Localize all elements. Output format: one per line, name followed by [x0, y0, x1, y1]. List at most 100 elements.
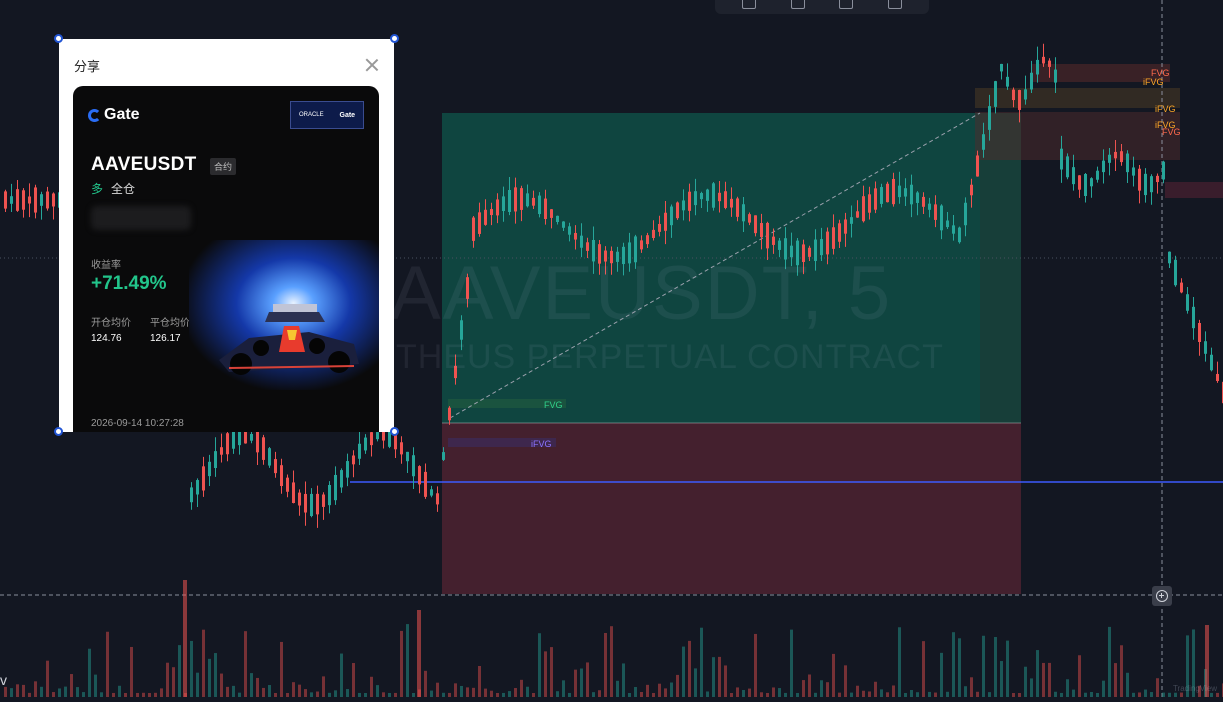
volume-bar	[478, 665, 481, 697]
candle-body	[772, 236, 775, 245]
volume-bar	[664, 688, 667, 697]
resize-handle-bottom-left[interactable]	[54, 427, 63, 436]
candle-body	[46, 191, 49, 209]
candle-body	[844, 219, 847, 234]
volume-bar	[220, 673, 223, 697]
share-card: Gate ORACLE Gate AAVEUSDT 合约 多 全仓 收益率 +7…	[73, 86, 379, 432]
candle-body	[202, 466, 205, 491]
position-side: 多	[91, 182, 104, 196]
volume-bar	[328, 692, 331, 697]
volume-bar	[160, 688, 163, 697]
volume-bar	[1120, 645, 1123, 697]
candle-body	[1138, 168, 1141, 191]
candle-body	[496, 199, 499, 216]
volume-bar	[682, 646, 685, 697]
trash-icon[interactable]	[887, 0, 902, 9]
chart-credit: TradingView	[1172, 684, 1217, 693]
volume-bar	[4, 686, 7, 697]
candle-body	[400, 442, 403, 455]
tag-icon[interactable]	[790, 0, 805, 9]
volume-bar	[898, 627, 901, 697]
volume-bar	[262, 687, 265, 697]
candle-body	[784, 238, 787, 260]
candle-body	[1210, 354, 1213, 371]
candle-body	[670, 206, 673, 226]
candle-body	[1066, 156, 1069, 178]
volume-bar	[460, 685, 463, 697]
close-icon[interactable]	[365, 58, 379, 72]
candle-body	[730, 198, 733, 208]
volume-bar	[1126, 672, 1129, 697]
candle-body	[346, 461, 349, 478]
candle-body	[220, 447, 223, 455]
candle-body	[1186, 294, 1189, 311]
volume-bar	[838, 692, 841, 697]
plus-circle-icon	[1156, 590, 1168, 602]
candle-body	[760, 223, 763, 238]
volume-bar	[112, 692, 115, 697]
candle-body	[592, 239, 595, 262]
volume-bar	[1162, 692, 1165, 697]
candle-body	[1180, 282, 1183, 293]
volume-bar	[136, 692, 139, 697]
volume-bar	[34, 681, 37, 697]
candle-body	[484, 209, 487, 225]
volume-bar	[406, 624, 409, 697]
share-icon[interactable]	[839, 0, 854, 9]
volume-bar	[988, 692, 991, 697]
resize-handle-top-right[interactable]	[390, 34, 399, 43]
candle-body	[454, 365, 457, 379]
fvg-label: FVG	[544, 400, 563, 410]
candle-body	[700, 193, 703, 200]
volume-bar	[76, 687, 79, 697]
candle-body	[778, 240, 781, 250]
volume-bar	[862, 690, 865, 697]
volume-bar	[604, 632, 607, 697]
candle-body	[1120, 151, 1123, 163]
volume-bar	[868, 691, 871, 697]
candle-body	[376, 432, 379, 440]
candle-body	[910, 184, 913, 205]
candle-body	[250, 433, 253, 441]
volume-bar	[316, 691, 319, 697]
volume-bar	[916, 692, 919, 697]
volume-bar	[904, 692, 907, 697]
candle-body	[22, 190, 25, 210]
volume-bar	[1018, 692, 1021, 697]
resize-handle-bottom-right[interactable]	[390, 427, 399, 436]
open-price-label: 开仓均价	[91, 318, 131, 329]
candle-body	[1132, 167, 1135, 176]
candle-body	[718, 192, 721, 202]
volume-bar	[304, 689, 307, 697]
candle-body	[442, 452, 445, 460]
candle-body	[742, 204, 745, 222]
candle-body	[1012, 89, 1015, 101]
volume-bar	[28, 692, 31, 697]
volume-bar	[142, 692, 145, 697]
volume-bar	[718, 656, 721, 697]
volume-bar	[646, 684, 649, 697]
crosshair-add-button[interactable]	[1152, 586, 1172, 606]
candle-body	[286, 477, 289, 492]
volume-bar	[592, 692, 595, 697]
candle-body	[940, 205, 943, 231]
layout-icon[interactable]	[742, 0, 757, 9]
candle-body	[646, 235, 649, 245]
candle-body	[478, 212, 481, 234]
volume-bar	[1102, 680, 1105, 697]
roi-label: 收益率	[91, 260, 121, 271]
volume-bar	[628, 692, 631, 697]
candle-body	[622, 246, 625, 265]
volume-bar	[1048, 662, 1051, 697]
candle-body	[292, 482, 295, 504]
volume-bar	[82, 692, 85, 697]
volume-bar	[820, 680, 823, 697]
volume-bar	[244, 631, 247, 697]
candle-body	[982, 134, 985, 150]
candle-body	[1030, 72, 1033, 90]
resize-handle-top-left[interactable]	[54, 34, 63, 43]
volume-bar	[550, 647, 553, 697]
loss-zone	[442, 423, 1021, 594]
fvg-band	[1165, 182, 1223, 198]
candle-body	[1150, 176, 1153, 193]
